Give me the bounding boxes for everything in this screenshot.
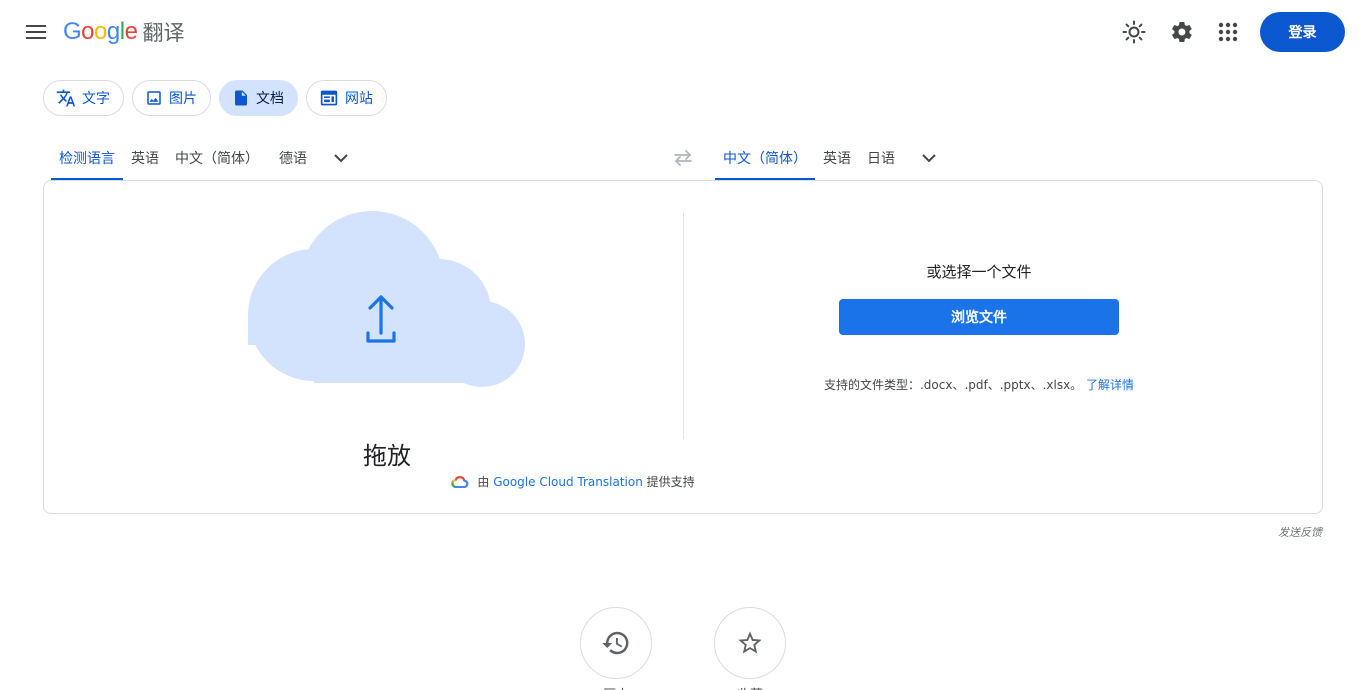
mode-text-chip[interactable]: 文字 (43, 80, 124, 116)
google-cloud-translation-link[interactable]: Google Cloud Translation (493, 475, 643, 489)
source-lang-english[interactable]: 英语 (123, 136, 167, 180)
logo-letter: o (81, 18, 95, 45)
history-button[interactable] (580, 607, 652, 679)
supported-types-text: 支持的文件类型：.docx、.pdf、.pptx、.xlsx。 (823, 378, 1083, 392)
mode-label: 文档 (256, 91, 284, 107)
logo-letter: e (124, 18, 138, 45)
source-lang-detect[interactable]: 检测语言 (51, 136, 123, 180)
source-language-more-button[interactable] (321, 136, 361, 180)
source-lang-german[interactable]: 德语 (267, 136, 315, 180)
swap-languages-button[interactable] (667, 142, 699, 174)
source-language-bar: 检测语言 英语 中文（简体） 德语 (51, 136, 361, 180)
logo-letter: G (63, 18, 82, 45)
google-wordmark: Google (63, 18, 138, 46)
send-feedback-link[interactable]: 发送反馈 (1278, 524, 1322, 540)
website-icon (320, 90, 338, 106)
mode-document-chip[interactable]: 文档 (219, 80, 298, 116)
powered-prefix: 由 (477, 475, 490, 489)
target-language-more-button[interactable] (909, 136, 949, 180)
translation-mode-chips: 文字 图片 文档 网站 (43, 80, 387, 116)
main-menu-button[interactable] (20, 16, 52, 48)
target-language-bar: 中文（简体） 英语 日语 (715, 136, 949, 180)
drop-label: 拖放 (363, 442, 411, 470)
chevron-down-icon (334, 153, 348, 162)
history-label: 历史 (571, 684, 661, 690)
mode-image-chip[interactable]: 图片 (132, 80, 211, 116)
image-icon (147, 91, 161, 105)
top-header: Google 翻译 登录 (0, 0, 1365, 64)
document-upload-panel: 拖放 或选择一个文件 浏览文件 支持的文件类型：.docx、.pdf、.pptx… (43, 180, 1323, 514)
browse-files-button[interactable]: 浏览文件 (839, 299, 1119, 335)
mode-label: 网站 (345, 91, 373, 107)
saved-button[interactable] (714, 607, 786, 679)
apps-icon (1218, 22, 1238, 42)
supported-file-types: 支持的文件类型：.docx、.pdf、.pptx、.xlsx。 了解详情 (684, 376, 1274, 393)
google-translate-logo[interactable]: Google 翻译 (63, 17, 184, 47)
chevron-down-icon (922, 153, 936, 162)
learn-more-link[interactable]: 了解详情 (1086, 378, 1134, 392)
mode-website-chip[interactable]: 网站 (306, 80, 387, 116)
logo-letter: o (94, 18, 107, 45)
settings-icon (1172, 21, 1192, 43)
menu-icon (26, 25, 46, 39)
theme-icon (1122, 20, 1146, 44)
target-lang-english[interactable]: 英语 (815, 136, 859, 180)
theme-toggle-button[interactable] (1118, 16, 1150, 48)
or-choose-file-text: 或选择一个文件 (926, 263, 1032, 281)
powered-by-footer: 由 Google Cloud Translation 提供支持 (44, 473, 1102, 490)
target-lang-japanese[interactable]: 日语 (859, 136, 903, 180)
product-name: 翻译 (142, 21, 185, 45)
target-lang-chinese-simplified[interactable]: 中文（简体） (715, 136, 815, 180)
panel-divider (683, 213, 684, 439)
source-lang-chinese-simplified[interactable]: 中文（简体） (167, 136, 267, 180)
mode-label: 图片 (169, 91, 197, 107)
mode-label: 文字 (82, 91, 110, 107)
saved-label: 收藏 (705, 684, 795, 690)
google-cloud-icon (451, 475, 469, 488)
drop-zone[interactable]: 拖放 (244, 211, 534, 470)
document-icon (235, 90, 247, 106)
cloud-upload-illustration (248, 211, 525, 387)
apps-button[interactable] (1212, 16, 1244, 48)
logo-letter: g (106, 18, 120, 45)
sign-in-button[interactable]: 登录 (1260, 12, 1345, 52)
powered-suffix: 提供支持 (646, 475, 695, 489)
history-icon (602, 631, 629, 655)
settings-button[interactable] (1166, 16, 1198, 48)
star-icon (738, 631, 762, 654)
translate-icon (56, 89, 76, 107)
swap-icon (674, 150, 692, 166)
